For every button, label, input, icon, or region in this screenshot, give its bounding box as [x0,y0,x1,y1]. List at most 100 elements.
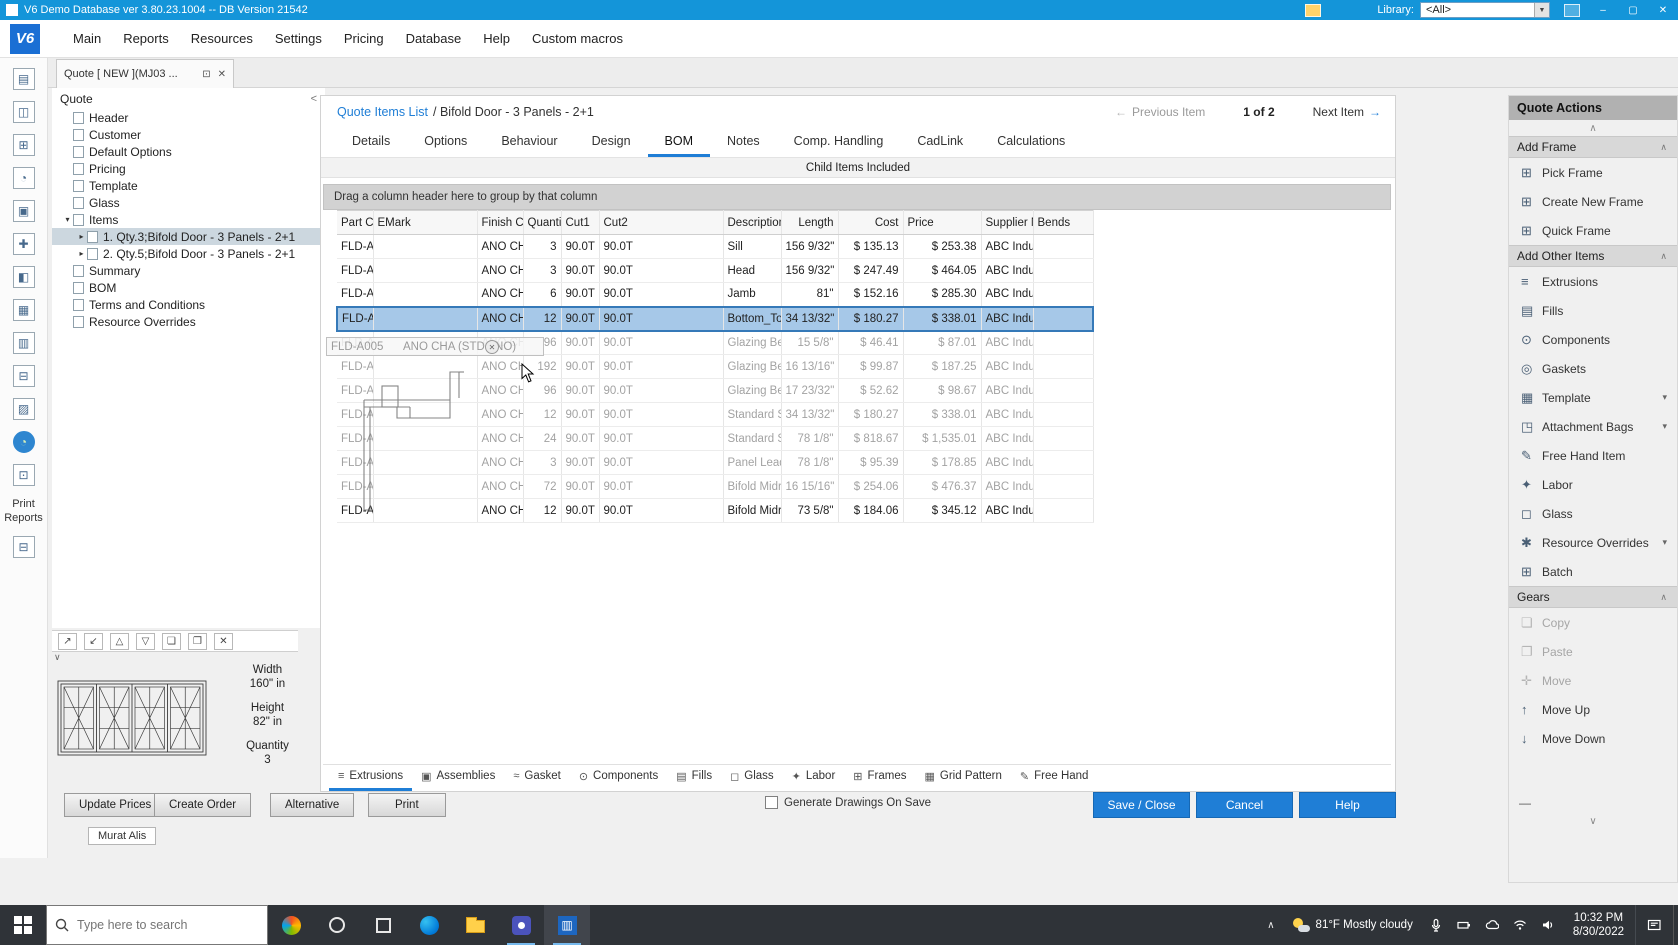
item-tab-free-hand[interactable]: ✎ Free Hand [1011,765,1098,791]
document-tab-quote[interactable]: Quote [ NEW ](MJ03 ... ⊡ ✕ [56,59,234,88]
search-input[interactable] [77,918,259,932]
customers-icon[interactable]: ◫ [13,101,35,123]
table-row[interactable]: FLD-A004 ANO CHA (STD ANO) 12 90.0T 90.0… [337,307,1093,331]
packages-icon[interactable]: ▣ [13,200,35,222]
update-prices-button[interactable]: Update Prices [64,793,166,817]
paste-icon[interactable]: ❐ [188,633,207,650]
action-fills[interactable]: ▤ Fills [1509,296,1677,325]
tab-options[interactable]: Options [407,128,484,157]
breadcrumb-link[interactable]: Quote Items List [337,105,428,119]
action-move[interactable]: ✛ Move [1509,666,1677,695]
previous-item-button[interactable]: Previous Item [1132,105,1205,119]
action-copy[interactable]: ❏ Copy [1509,608,1677,637]
chevron-down-icon[interactable]: ▼ [1534,3,1549,17]
tree-item-header[interactable]: Header [52,109,325,126]
section-add-other-items[interactable]: Add Other Items ∧ [1509,245,1677,267]
column-header[interactable]: Cut1 [561,211,599,235]
tree-item-resource-overrides[interactable]: Resource Overrides [52,313,325,330]
frame-icon[interactable]: ⊟ [13,365,35,387]
item-tab-glass[interactable]: ◻ Glass [721,765,783,791]
start-button[interactable] [0,905,46,945]
onedrive-cloud-icon[interactable] [1478,918,1506,932]
table-row[interactable]: FLD-A005 ANO CHA (STD ANO) 96 90.0T 90.0… [337,331,1093,355]
action-create-new-frame[interactable]: ⊞ Create New Frame [1509,187,1677,216]
generate-drawings-checkbox[interactable] [765,796,778,809]
alternative-button[interactable]: Alternative [270,793,354,817]
teams-icon[interactable] [498,905,544,945]
action-attachment-bags[interactable]: ◳ Attachment Bags ▾ [1509,412,1677,441]
tree-item-quote-item-2[interactable]: ▸ 2. Qty.5;Bifold Door - 3 Panels - 2+1 [52,245,325,262]
next-item-button[interactable]: Next Item [1313,105,1364,119]
taskbar-clock[interactable]: 10:32 PM 8/30/2022 [1562,911,1635,940]
item-tab-frames[interactable]: ⊞ Frames [844,765,915,791]
item-tab-fills[interactable]: ▤ Fills [667,765,721,791]
cancel-button[interactable]: Cancel [1196,792,1293,818]
microphone-icon[interactable] [1422,918,1450,932]
taskbar-search[interactable] [46,905,268,945]
action-pick-frame[interactable]: ⊞ Pick Frame [1509,158,1677,187]
tree-item-bom[interactable]: BOM [52,279,325,296]
group-by-dropzone[interactable]: Drag a column header here to group by th… [323,184,1391,210]
item-tab-components[interactable]: ⊙ Components [570,765,667,791]
tree-item-terms[interactable]: Terms and Conditions [52,296,325,313]
tab-design[interactable]: Design [575,128,648,157]
create-order-button[interactable]: Create Order [154,793,251,817]
item-tab-labor[interactable]: ✦ Labor [783,765,845,791]
filter-icon[interactable]: ▽ [136,633,155,650]
column-header[interactable]: Description [723,211,781,235]
menu-item[interactable]: Pricing [333,20,395,57]
analytics-icon[interactable]: ◧ [13,266,35,288]
document-icon[interactable]: ⊡ [13,464,35,486]
action-move-up[interactable]: ↑ Move Up [1509,695,1677,724]
menu-item[interactable]: Resources [180,20,264,57]
column-header[interactable]: Quantity [523,211,561,235]
network-icon[interactable] [1506,918,1534,932]
menu-item[interactable]: Custom macros [521,20,634,57]
tree-arrow-icon[interactable]: ▸ [76,249,87,258]
edge-icon[interactable] [406,905,452,945]
table-row[interactable]: FLD-A022 ANO CHA (STD ANO) 72 90.0T 90.0… [337,475,1093,499]
tab-cadlink[interactable]: CadLink [900,128,980,157]
tree-arrow-icon[interactable]: ▾ [62,215,73,224]
column-header[interactable]: Cut2 [599,211,723,235]
table-row[interactable]: FLD-A003 ANO CHA (STD ANO) 6 90.0T 90.0T… [337,283,1093,307]
tree-item-default-options[interactable]: Default Options [52,143,325,160]
menu-item[interactable]: Reports [112,20,180,57]
maximize-button[interactable]: ▢ [1618,0,1648,20]
column-header[interactable]: Supplier Name [981,211,1033,235]
column-header[interactable]: Cost [838,211,903,235]
v6-app-icon[interactable]: ▥ [544,905,590,945]
show-desktop-button[interactable] [1673,905,1678,945]
media-icon[interactable] [1305,4,1321,17]
action-extrusions[interactable]: ≡ Extrusions [1509,267,1677,296]
spreadsheet-icon[interactable]: ▥ [13,332,35,354]
chevron-down-icon[interactable]: ∨ [1509,816,1677,827]
tree-item-template[interactable]: Template [52,177,325,194]
warning-icon[interactable]: △ [110,633,129,650]
section-add-frame[interactable]: Add Frame ∧ [1509,136,1677,158]
table-row[interactable]: FLD-A006 ANO CHA (STD ANO) 12 90.0T 90.0… [337,403,1093,427]
user-tab[interactable]: Murat Alis [88,827,156,845]
tree-item-quote-item-1[interactable]: ▸ 1. Qty.3;Bifold Door - 3 Panels - 2+1 [52,228,325,245]
item-tab-extrusions[interactable]: ≡ Extrusions [329,765,412,791]
column-header[interactable]: Length [781,211,838,235]
chevron-up-icon[interactable]: ∧ [1509,120,1677,136]
column-header[interactable]: Price [903,211,981,235]
hidden-icons-chevron[interactable]: ∧ [1258,920,1283,931]
action-gaskets[interactable]: ◎ Gaskets [1509,354,1677,383]
action-move-down[interactable]: ↓ Move Down [1509,724,1677,753]
reports-icon[interactable]: ▤ [13,68,35,90]
library-dropdown[interactable]: <All> ▼ [1420,2,1550,18]
action-template[interactable]: ▦ Template ▾ [1509,383,1677,412]
copy-icon[interactable]: ❏ [162,633,181,650]
menu-item[interactable]: Help [472,20,521,57]
action-paste[interactable]: ❐ Paste [1509,637,1677,666]
tools-icon[interactable]: ✚ [13,233,35,255]
menu-item[interactable]: Database [395,20,473,57]
file-explorer-icon[interactable] [452,905,498,945]
table-row[interactable]: FLD-A006 ANO CHA (STD ANO) 24 90.0T 90.0… [337,427,1093,451]
cortana-icon[interactable] [314,905,360,945]
tab-comp-handling[interactable]: Comp. Handling [777,128,901,157]
action-components[interactable]: ⊙ Components [1509,325,1677,354]
menu-item[interactable]: Main [62,20,112,57]
